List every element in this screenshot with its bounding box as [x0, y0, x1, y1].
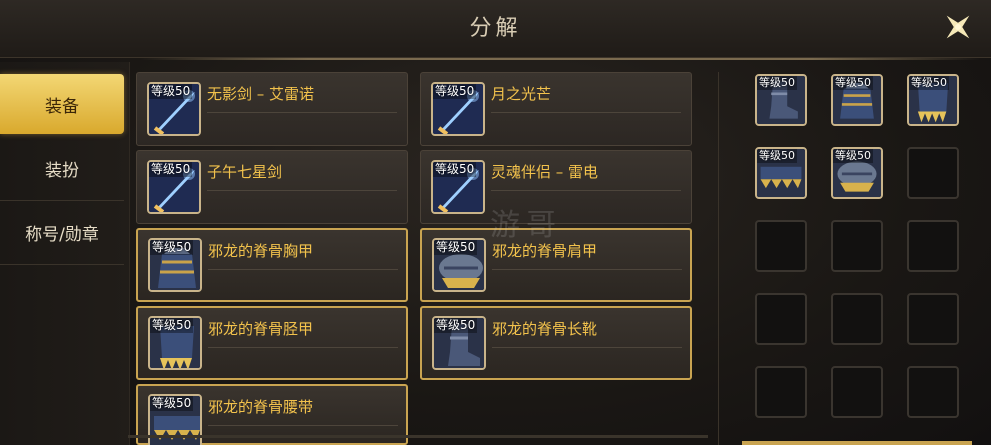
- tab-divider: [0, 200, 124, 201]
- decompose-slot-empty[interactable]: [755, 366, 807, 418]
- item-name: 邪龙的脊骨长靴: [492, 320, 598, 338]
- item-name: 邪龙的脊骨胸甲: [208, 242, 314, 260]
- title-divider: [140, 58, 980, 60]
- decompose-button[interactable]: [742, 441, 972, 445]
- level-badge: 等级50: [149, 84, 193, 99]
- decompose-slot-filled[interactable]: 等级50: [755, 74, 807, 126]
- decompose-slot-empty[interactable]: [907, 366, 959, 418]
- decompose-slot-filled[interactable]: 等级50: [831, 147, 883, 199]
- decompose-slot-empty[interactable]: [831, 293, 883, 345]
- decompose-slot-empty[interactable]: [907, 147, 959, 199]
- item-name: 灵魂伴侣 – 雷电: [491, 163, 599, 181]
- item-name: 无影剑 – 艾雷诺: [207, 85, 315, 103]
- decompose-slot-empty[interactable]: [907, 293, 959, 345]
- shoulder-armor-icon: 等级50: [432, 238, 486, 292]
- item-divider: [492, 347, 682, 348]
- item-divider: [208, 347, 398, 348]
- level-badge: 等级50: [150, 396, 194, 411]
- boots-icon: 等级50: [432, 316, 486, 370]
- item-divider: [207, 190, 397, 191]
- category-tabs: 装备 装扮 称号/勋章: [0, 62, 130, 445]
- item-name: 子午七星剑: [207, 163, 283, 181]
- item-card[interactable]: 等级50 邪龙的脊骨胫甲: [136, 306, 408, 380]
- item-divider: [207, 112, 397, 113]
- item-name: 邪龙的脊骨腰带: [208, 398, 314, 416]
- sword-icon: 等级50: [147, 82, 201, 136]
- leg-armor-icon: 等级50: [148, 316, 202, 370]
- decompose-slot-empty[interactable]: [755, 293, 807, 345]
- item-divider: [491, 112, 681, 113]
- tab-title-medal[interactable]: 称号/勋章: [0, 202, 124, 262]
- close-button[interactable]: [935, 4, 981, 50]
- level-badge: 等级50: [833, 149, 873, 163]
- tab-divider: [0, 264, 124, 265]
- level-badge: 等级50: [757, 76, 797, 90]
- decompose-slot-empty[interactable]: [831, 220, 883, 272]
- decompose-slot-empty[interactable]: [831, 366, 883, 418]
- item-card[interactable]: 等级50 无影剑 – 艾雷诺: [136, 72, 408, 146]
- chest-armor-icon: 等级50: [148, 238, 202, 292]
- level-badge: 等级50: [833, 76, 873, 90]
- item-divider: [208, 425, 398, 426]
- level-badge: 等级50: [434, 318, 478, 333]
- decompose-slot-empty[interactable]: [755, 220, 807, 272]
- item-card[interactable]: 等级50 月之光芒: [420, 72, 692, 146]
- item-card[interactable]: 等级50 邪龙的脊骨胸甲: [136, 228, 408, 302]
- level-badge: 等级50: [149, 162, 193, 177]
- decompose-slot-filled[interactable]: 等级50: [755, 147, 807, 199]
- decompose-slot-panel: 等级50 等级50 等级50 等级50 等级50: [718, 72, 991, 445]
- decompose-window: 分解 装备 装扮 称号/勋章 等级50 无影剑 – 艾雷诺 等级50 月之光芒 等级50…: [0, 0, 991, 445]
- watermark: 游哥: [490, 208, 562, 243]
- item-divider: [208, 269, 398, 270]
- item-card[interactable]: 等级50 邪龙的脊骨长靴: [420, 306, 692, 380]
- item-divider: [491, 190, 681, 191]
- level-badge: 等级50: [433, 162, 477, 177]
- decompose-slot-empty[interactable]: [907, 220, 959, 272]
- item-card[interactable]: 等级50 子午七星剑: [136, 150, 408, 224]
- tab-equipment[interactable]: 装备: [0, 74, 124, 134]
- sword-icon: 等级50: [431, 160, 485, 214]
- level-badge: 等级50: [909, 76, 949, 90]
- window-title: 分解: [469, 16, 522, 41]
- decompose-slot-filled[interactable]: 等级50: [907, 74, 959, 126]
- level-badge: 等级50: [150, 240, 194, 255]
- level-badge: 等级50: [150, 318, 194, 333]
- item-name: 月之光芒: [491, 85, 552, 103]
- item-name: 邪龙的脊骨胫甲: [208, 320, 314, 338]
- tab-outfit[interactable]: 装扮: [0, 138, 124, 198]
- level-badge: 等级50: [757, 149, 797, 163]
- close-icon: [946, 15, 970, 39]
- level-badge: 等级50: [433, 84, 477, 99]
- item-list-scrollbar[interactable]: [128, 435, 708, 438]
- sword-icon: 等级50: [431, 82, 485, 136]
- decompose-slot-filled[interactable]: 等级50: [831, 74, 883, 126]
- title-bar: 分解: [0, 0, 991, 58]
- sword-icon: 等级50: [147, 160, 201, 214]
- level-badge: 等级50: [434, 240, 478, 255]
- item-divider: [492, 269, 682, 270]
